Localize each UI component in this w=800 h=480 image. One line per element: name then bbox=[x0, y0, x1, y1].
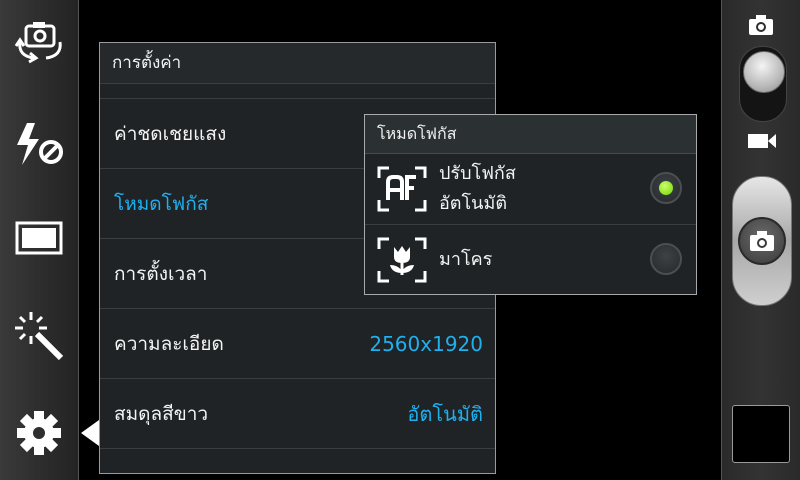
left-toolbar bbox=[0, 0, 79, 480]
settings-gear-icon bbox=[17, 411, 61, 455]
macro-flower-icon bbox=[377, 237, 427, 282]
setting-label: การตั้งเวลา bbox=[114, 262, 208, 285]
radio-unselected[interactable] bbox=[650, 242, 682, 275]
focus-mode-popup: โหมดโฟกัส ปรับโฟกัส อัตโนมัติ มาโคร bbox=[364, 114, 697, 295]
setting-label: ค่าชดเชยแสง bbox=[114, 122, 227, 145]
effects-button[interactable] bbox=[0, 296, 78, 376]
setting-label: ความละเอียด bbox=[114, 332, 224, 355]
switch-camera-button[interactable] bbox=[0, 0, 78, 80]
settings-title: การตั้งค่า bbox=[100, 43, 495, 84]
shutter-button[interactable] bbox=[732, 176, 792, 306]
radio-selected[interactable] bbox=[650, 172, 682, 204]
camera-mode-icon bbox=[749, 15, 773, 35]
settings-button[interactable] bbox=[0, 393, 78, 473]
setting-value: อัตโนมัติ bbox=[407, 401, 483, 426]
camera-video-toggle[interactable] bbox=[739, 46, 787, 122]
setting-resolution[interactable]: ความละเอียด 2560x1920 bbox=[100, 309, 495, 379]
setting-label: โหมดโฟกัส bbox=[114, 192, 209, 215]
aspect-ratio-icon bbox=[15, 221, 63, 255]
option-label: อัตโนมัติ bbox=[439, 193, 508, 214]
setting-white-balance[interactable]: สมดุลสีขาว อัตโนมัติ bbox=[100, 379, 495, 449]
option-label: ปรับโฟกัส bbox=[439, 163, 516, 184]
photo-size-button[interactable] bbox=[0, 198, 78, 278]
focus-option-auto[interactable]: ปรับโฟกัส อัตโนมัติ bbox=[365, 154, 696, 225]
settings-spacer bbox=[100, 84, 495, 99]
setting-label: สมดุลสีขาว bbox=[114, 402, 209, 425]
autofocus-icon bbox=[377, 166, 427, 212]
toggle-knob[interactable] bbox=[743, 51, 785, 93]
option-label: มาโคร bbox=[439, 248, 493, 270]
radio-dot bbox=[659, 181, 673, 195]
flash-off-icon bbox=[17, 123, 63, 165]
popup-title: โหมดโฟกัส bbox=[365, 115, 696, 154]
right-controls bbox=[721, 0, 800, 480]
video-mode-icon bbox=[748, 134, 776, 148]
selection-pointer bbox=[81, 420, 99, 446]
flash-button[interactable] bbox=[0, 104, 78, 184]
camera-shutter-icon bbox=[750, 231, 774, 251]
focus-option-macro[interactable]: มาโคร bbox=[365, 225, 696, 294]
setting-value: 2560x1920 bbox=[369, 331, 483, 356]
effects-wand-icon bbox=[15, 312, 64, 361]
gallery-thumbnail[interactable] bbox=[732, 405, 790, 463]
camera-switch-icon bbox=[14, 22, 62, 64]
